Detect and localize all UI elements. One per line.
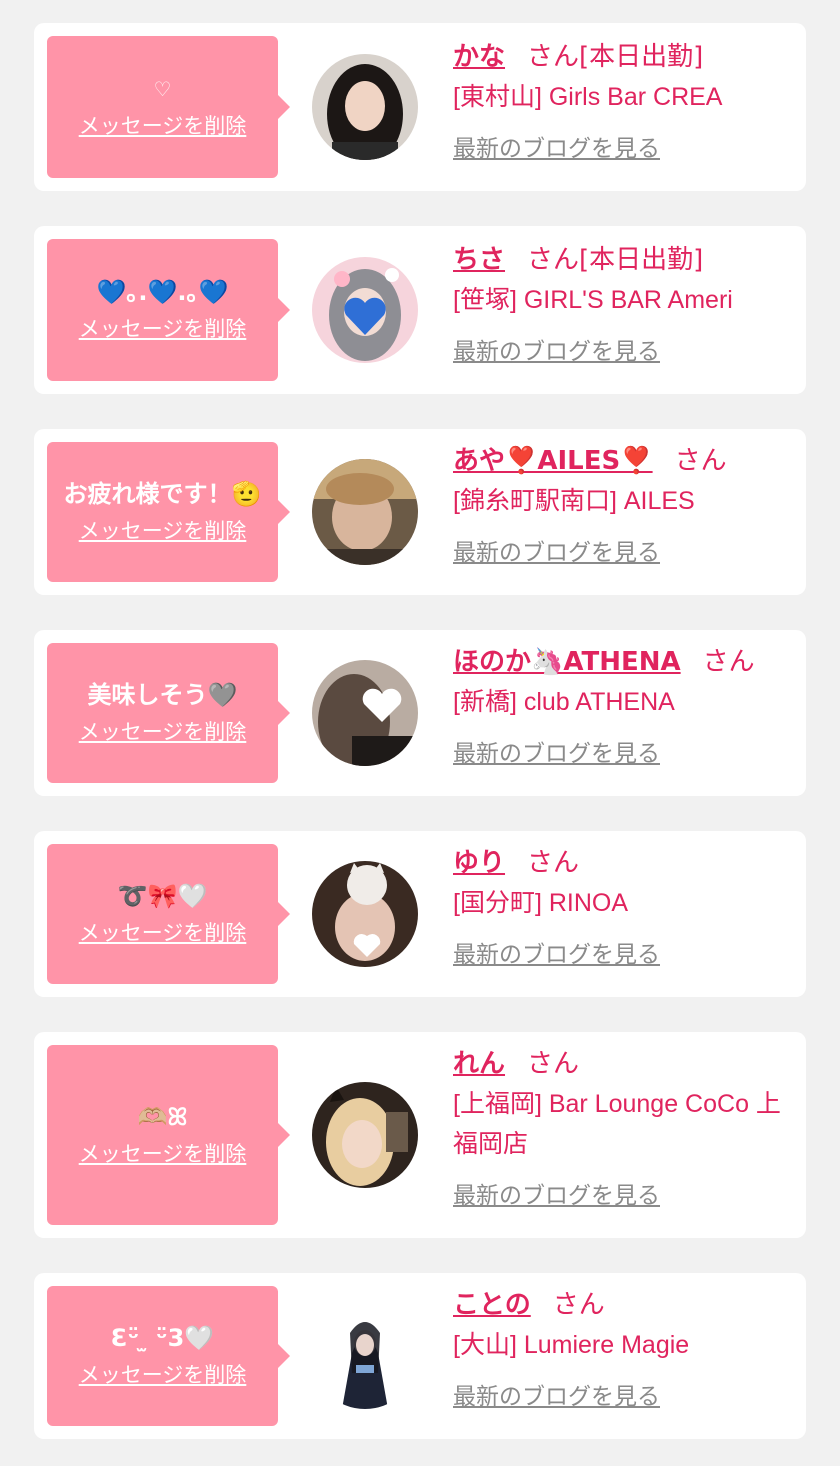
avatar-photo: [312, 459, 418, 565]
avatar-photo: [312, 257, 418, 363]
list-item: ➰🎀🤍 メッセージを削除 ゆり さん [国分町] RINOA 最新のブログを見る: [34, 831, 806, 997]
honorific: さん: [527, 1049, 580, 1079]
blog-link[interactable]: 最新のブログを見る: [453, 1176, 660, 1210]
shop-name: [大山] Lumiere Magie: [453, 1331, 690, 1359]
avatar-photo: [312, 54, 418, 160]
shop-name: [新橋] club ATHENA: [453, 688, 675, 716]
status-badge: [本日出勤]: [579, 42, 704, 72]
avatar-photo: [312, 1303, 418, 1409]
avatar[interactable]: [312, 861, 418, 967]
avatar[interactable]: [312, 1082, 418, 1188]
blog-link[interactable]: 最新のブログを見る: [453, 129, 660, 163]
blog-link[interactable]: 最新のブログを見る: [453, 332, 660, 366]
honorific: さん: [702, 647, 755, 677]
shop-name: [国分町] RINOA: [453, 889, 629, 917]
message-text: Ɛᵕ̈ ̫ ᵕ̈3🤍: [110, 1324, 215, 1352]
delete-message-link[interactable]: メッセージを削除: [79, 515, 247, 545]
delete-message-link[interactable]: メッセージを削除: [79, 917, 247, 947]
blog-link[interactable]: 最新のブログを見る: [453, 533, 660, 567]
avatar[interactable]: [312, 660, 418, 766]
shop-name: [笹塚] GIRL'S BAR Ameri: [453, 286, 733, 314]
list-item: Ɛᵕ̈ ̫ ᵕ̈3🤍 メッセージを削除 ことの さん [大山] Lumiere M…: [34, 1273, 806, 1439]
avatar-photo: [312, 660, 418, 766]
cast-info: あや❣️AILES❣️ さん [錦糸町駅南口] AILES 最新のブログを見る: [453, 445, 786, 567]
message-text: お疲れ様です！🫡: [63, 480, 262, 508]
blog-link[interactable]: 最新のブログを見る: [453, 734, 660, 768]
list-item: 🫶🏼ꕤ メッセージを削除 れん さん [上福岡] Bar Lounge CoCo …: [34, 1032, 806, 1238]
message-bubble: 🫶🏼ꕤ メッセージを削除: [47, 1045, 290, 1225]
cast-info: かな さん[本日出勤] [東村山] Girls Bar CREA 最新のブログを見…: [453, 41, 786, 163]
blog-link[interactable]: 最新のブログを見る: [453, 935, 660, 969]
cast-name-link[interactable]: かな: [453, 42, 505, 72]
honorific: さん: [552, 1290, 605, 1320]
blog-link[interactable]: 最新のブログを見る: [453, 1377, 660, 1411]
cast-info: ほのか🦄ATHENA さん [新橋] club ATHENA 最新のブログを見る: [453, 646, 786, 768]
avatar[interactable]: [312, 1303, 418, 1409]
cast-name-link[interactable]: あや❣️AILES❣️: [453, 446, 653, 476]
shop-name: [錦糸町駅南口] AILES: [453, 487, 695, 515]
list-item: 💙｡.💙.｡💙 メッセージを削除 ちさ さん[本日出勤] [笹塚] GIRL'S …: [34, 226, 806, 394]
avatar[interactable]: [312, 54, 418, 160]
message-bubble: ♡ メッセージを削除: [47, 36, 290, 178]
message-bubble: ➰🎀🤍 メッセージを削除: [47, 844, 290, 984]
delete-message-link[interactable]: メッセージを削除: [79, 110, 247, 140]
honorific: さん: [527, 245, 580, 275]
shop-name: [上福岡] Bar Lounge CoCo 上福岡店: [453, 1090, 781, 1158]
avatar[interactable]: [312, 257, 418, 363]
honorific: さん: [527, 848, 580, 878]
message-bubble: 💙｡.💙.｡💙 メッセージを削除: [47, 239, 290, 381]
cast-info: れん さん [上福岡] Bar Lounge CoCo 上福岡店 最新のブログを見…: [453, 1048, 786, 1210]
message-text: ♡: [153, 77, 172, 101]
message-text: 美味しそう🩶: [87, 681, 238, 709]
list-item: お疲れ様です！🫡 メッセージを削除 あや❣️AILES❣️ さん [錦糸町駅南口]…: [34, 429, 806, 595]
delete-message-link[interactable]: メッセージを削除: [79, 1138, 247, 1168]
shop-name: [東村山] Girls Bar CREA: [453, 83, 723, 111]
cast-info: ゆり さん [国分町] RINOA 最新のブログを見る: [453, 847, 786, 969]
honorific: さん: [674, 446, 727, 476]
cast-name-link[interactable]: ゆり: [453, 848, 505, 878]
honorific: さん: [527, 42, 580, 72]
delete-message-link[interactable]: メッセージを削除: [79, 1359, 247, 1389]
avatar-photo: [312, 861, 418, 967]
cast-name-link[interactable]: ことの: [453, 1290, 531, 1320]
message-bubble: Ɛᵕ̈ ̫ ᵕ̈3🤍 メッセージを削除: [47, 1286, 290, 1426]
message-bubble: お疲れ様です！🫡 メッセージを削除: [47, 442, 290, 582]
message-text: ➰🎀🤍: [117, 882, 208, 910]
message-bubble: 美味しそう🩶 メッセージを削除: [47, 643, 290, 783]
delete-message-link[interactable]: メッセージを削除: [79, 716, 247, 746]
cast-name-link[interactable]: ほのか🦄ATHENA: [453, 647, 681, 677]
delete-message-link[interactable]: メッセージを削除: [79, 313, 247, 343]
message-text: 🫶🏼ꕤ: [137, 1103, 188, 1131]
status-badge: [本日出勤]: [579, 245, 704, 275]
list-item: 美味しそう🩶 メッセージを削除 ほのか🦄ATHENA さん [新橋] club A…: [34, 630, 806, 796]
avatar[interactable]: [312, 459, 418, 565]
cast-name-link[interactable]: れん: [453, 1049, 505, 1079]
cast-info: ことの さん [大山] Lumiere Magie 最新のブログを見る: [453, 1289, 786, 1411]
message-text: 💙｡.💙.｡💙: [96, 278, 229, 306]
cast-name-link[interactable]: ちさ: [453, 245, 505, 275]
avatar-photo: [312, 1082, 418, 1188]
cast-info: ちさ さん[本日出勤] [笹塚] GIRL'S BAR Ameri 最新のブログを…: [453, 244, 786, 366]
list-item: ♡ メッセージを削除 かな さん[本日出勤] [東村山] Girls Bar CR…: [34, 23, 806, 191]
